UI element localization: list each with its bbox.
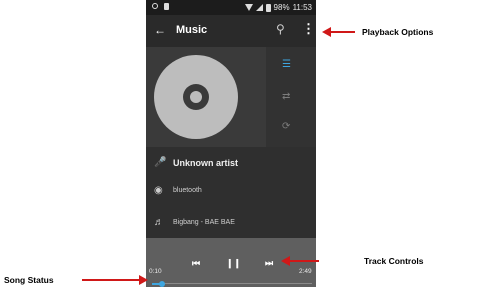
- repeat-icon[interactable]: ⟳: [282, 121, 290, 132]
- status-bar: 98% 11:53: [146, 0, 316, 15]
- app-toolbar: ← Music ⚲ ⋮: [146, 15, 316, 47]
- notification-icon: [152, 3, 158, 9]
- elapsed-time: 0:10: [149, 268, 162, 275]
- track-title: Bigbang - BAE BAE: [173, 219, 235, 226]
- artist-row: 🎤 Unknown artist: [146, 147, 316, 177]
- next-icon[interactable]: ⏭: [265, 258, 273, 269]
- seek-thumb[interactable]: [158, 280, 165, 287]
- microphone-icon: 🎤: [154, 157, 167, 168]
- album-art-area: ☰ ⇄ ⟳: [146, 47, 316, 147]
- battery-level: 98%: [273, 3, 290, 12]
- callout-track-controls: Track Controls: [364, 256, 424, 266]
- callout-line: [289, 260, 319, 262]
- callout-playback-options: Playback Options: [362, 27, 434, 37]
- track-row: ♬ Bigbang - BAE BAE: [146, 210, 316, 240]
- callout-song-status: Song Status: [4, 275, 54, 285]
- arrow-left-icon[interactable]: ←: [154, 23, 166, 37]
- artist-name: Unknown artist: [173, 158, 239, 168]
- callout-line: [82, 279, 142, 281]
- battery-icon: [265, 3, 271, 12]
- signal-icon: [255, 4, 263, 11]
- side-controls: ☰ ⇄ ⟳: [266, 47, 316, 147]
- previous-icon[interactable]: ⏮: [192, 258, 200, 269]
- more-vertical-icon[interactable]: ⋮: [302, 21, 315, 37]
- list-icon[interactable]: ☰: [282, 59, 291, 70]
- pause-icon[interactable]: ❙❙: [226, 258, 241, 269]
- disc-icon: [154, 55, 238, 139]
- storage-icon: [164, 3, 169, 10]
- album-icon: ◉: [154, 185, 163, 196]
- search-icon[interactable]: ⚲: [276, 22, 285, 36]
- shuffle-icon[interactable]: ⇄: [282, 91, 290, 102]
- clock: 11:53: [292, 3, 312, 12]
- page-title: Music: [176, 24, 208, 36]
- music-player-screen: 98% 11:53 ← Music ⚲ ⋮ ☰ ⇄ ⟳ 🎤 Unknown ar…: [146, 0, 316, 287]
- callout-line: [330, 31, 355, 33]
- total-duration: 2:49: [299, 268, 312, 275]
- music-note-icon: ♬: [154, 217, 164, 228]
- arrow-icon: [139, 275, 148, 285]
- track-controls: ⏮ ❙❙ ⏭: [146, 238, 316, 287]
- album-row: ◉ bluetooth: [146, 177, 316, 207]
- seek-bar[interactable]: [152, 280, 312, 287]
- album-name: bluetooth: [173, 187, 202, 194]
- album-art: [146, 47, 266, 147]
- wifi-icon: [244, 4, 253, 11]
